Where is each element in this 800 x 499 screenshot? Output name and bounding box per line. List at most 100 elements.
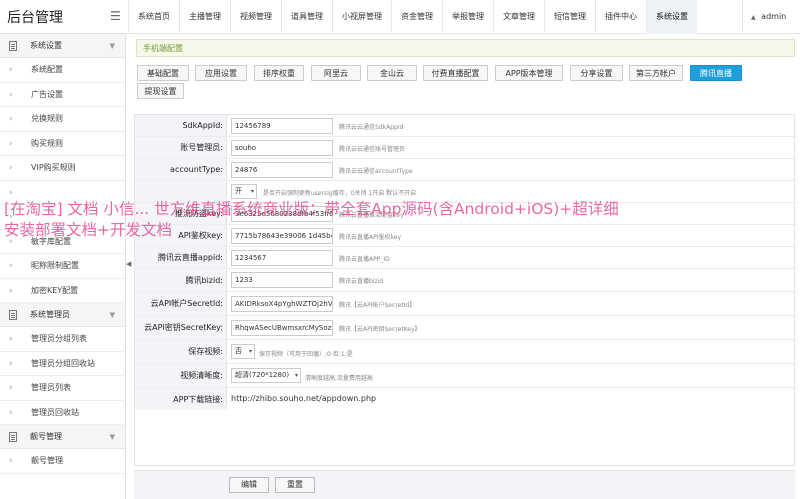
save-video-select[interactable]: 否 ▾ xyxy=(231,344,255,359)
sidebar-group-system-settings[interactable]: 系统设置 ▼ xyxy=(0,34,125,58)
tab-kingsoft[interactable]: 金山云 xyxy=(367,65,417,81)
sidebar-item-purchase-rules[interactable]: › 购买规则 xyxy=(0,132,125,156)
chevron-right-icon: › xyxy=(9,114,13,124)
row-bizid: 腾讯bizid: 1233 腾讯云直播bizid xyxy=(135,269,796,292)
tab-app-version[interactable]: APP版本管理 xyxy=(495,65,563,81)
push-key-input[interactable]: 3e6325e5680238dfb4f53ff62c xyxy=(231,206,333,222)
chevron-right-icon: › xyxy=(9,456,13,466)
row-push-key: 推流防盗key: 3e6325e5680238dfb4f53ff62c 腾讯云直… xyxy=(135,203,796,225)
chevron-down-icon: ▾ xyxy=(248,348,252,355)
sidebar-item-sensitive-words[interactable]: › 敏字库配置 xyxy=(0,230,125,254)
usersig-cache-select[interactable]: 开 ▾ xyxy=(231,184,257,199)
field-hint: 腾讯【云API帐户SecretId】 xyxy=(339,302,416,309)
chevron-right-icon: › xyxy=(9,407,13,418)
row-api-key: API鉴权key: 7715b78643e39006 1d45b4d8 腾讯云直… xyxy=(135,225,796,247)
sidebar-item-system-config[interactable]: › 系统配置 xyxy=(0,58,125,83)
account-type-input[interactable]: 24876 xyxy=(231,162,333,178)
chevron-right-icon: › xyxy=(9,212,13,222)
nav-item-settings[interactable]: 系统设置 xyxy=(646,0,697,34)
api-key-input[interactable]: 7715b78643e39006 1d45b4d8 xyxy=(231,228,333,244)
chevron-right-icon: › xyxy=(9,358,13,369)
reset-button[interactable]: 重置 xyxy=(275,477,315,493)
field-label xyxy=(135,181,227,202)
chevron-right-icon: › xyxy=(9,163,13,173)
tab-third-party[interactable]: 第三方帐户 xyxy=(629,65,683,81)
field-hint: 保存视频（可用于回播）;0:否;1:是 xyxy=(259,351,353,358)
sidebar-item-exchange-rules[interactable]: › 兑换规则 xyxy=(0,107,125,132)
chevron-right-icon: › xyxy=(9,334,13,344)
sidebar-item-obscured-2[interactable]: › xyxy=(0,205,125,230)
sidebar-group-pretty-numbers[interactable]: 靓号管理 ▼ xyxy=(0,425,125,449)
row-live-appid: 腾讯云直播appid: 1234567 腾讯云直播APP_ID xyxy=(135,247,796,269)
menu-toggle-icon[interactable]: ☰ xyxy=(110,9,121,23)
chevron-right-icon: › xyxy=(9,236,13,247)
sidebar-item-admin-group-recycle[interactable]: › 管理员分组回收站 xyxy=(0,352,125,376)
sidebar-item-vip-rules[interactable]: › VIP购买规则 xyxy=(0,156,125,181)
document-icon xyxy=(9,432,17,442)
bizid-input[interactable]: 1233 xyxy=(231,272,333,288)
nav-item-report[interactable]: 举报管理 xyxy=(442,0,493,34)
sidebar-item-pretty-number-manage[interactable]: › 靓号管理 xyxy=(0,449,125,474)
document-icon xyxy=(9,41,17,51)
sidebar-item-encrypt-key[interactable]: › 加密KEY配置 xyxy=(0,279,125,303)
sidebar: 系统设置 ▼ › 系统配置 › 广告设置 › 兑换规则 › 购买规则 › VIP购买规则 … xyxy=(0,34,126,499)
clarity-select[interactable]: 超清(720*1280) ▾ xyxy=(231,368,301,383)
nav-item-video[interactable]: 视频管理 xyxy=(230,0,281,34)
nav-item-short-video[interactable]: 小视屏管理 xyxy=(332,0,391,34)
nav-item-article[interactable]: 文章管理 xyxy=(493,0,544,34)
form-actions: 编辑 重置 xyxy=(134,470,795,499)
chevron-down-icon: ▼ xyxy=(109,311,115,319)
nav-item-plugins[interactable]: 插件中心 xyxy=(595,0,646,34)
app-title: 后台管理 xyxy=(7,10,63,26)
field-hint: 清晰度越高,流量费用越高 xyxy=(305,375,373,382)
sidebar-item-admin-recycle[interactable]: › 管理员回收站 xyxy=(0,401,125,425)
sidebar-group-admins[interactable]: 系统管理员 ▼ xyxy=(0,303,125,327)
user-menu[interactable]: ▲ admin xyxy=(742,0,800,34)
field-label: APP下载链接: xyxy=(135,388,227,410)
field-hint: 腾讯云云通信账号管理员 xyxy=(339,146,406,153)
field-label: 账号管理员: xyxy=(135,137,227,158)
tab-tencent-live[interactable]: 腾讯直播 xyxy=(690,65,742,81)
field-label: accountType: xyxy=(135,159,227,180)
tab-app-settings[interactable]: 应用设置 xyxy=(195,65,247,81)
sdkappid-input[interactable]: 12456789 xyxy=(231,118,333,134)
app-download-link[interactable]: http://zhibo.souho.net/appdown.php xyxy=(231,394,376,403)
sidebar-item-ad-settings[interactable]: › 广告设置 xyxy=(0,83,125,107)
nav-item-home[interactable]: 系统首页 xyxy=(128,0,179,34)
secret-key-input[interactable]: RhqwASecUBwmsxrcMySozi xyxy=(231,320,333,336)
edit-button[interactable]: 编辑 xyxy=(229,477,269,493)
field-hint: 腾讯云云通信accountType xyxy=(339,168,413,175)
sidebar-item-obscured-1[interactable]: › xyxy=(0,181,125,205)
row-clarity: 视频清晰度: 超清(720*1280) ▾ 清晰度越高,流量费用越高 xyxy=(135,364,796,388)
tab-sort-weight[interactable]: 排序权重 xyxy=(254,65,304,81)
admin-input[interactable]: souho xyxy=(231,140,333,156)
sidebar-item-admin-groups[interactable]: › 管理员分组列表 xyxy=(0,327,125,352)
tab-aliyun[interactable]: 阿里云 xyxy=(311,65,361,81)
nav-item-props[interactable]: 道具管理 xyxy=(281,0,332,34)
field-hint: 腾讯云直播推流防盗key xyxy=(339,212,404,219)
row-save-video: 保存视频: 否 ▾ 保存视频（可用于回播）;0:否;1:是 xyxy=(135,340,796,364)
nav-item-funds[interactable]: 资金管理 xyxy=(391,0,442,34)
secret-id-input[interactable]: AKIDRksoX4pYghWZTOj2hVI xyxy=(231,296,333,312)
chevron-right-icon: › xyxy=(9,261,13,271)
sidebar-group-label: 系统管理员 xyxy=(30,310,70,319)
row-sdkappid: SdkAppId: 12456789 腾讯云云通信SdkAppId xyxy=(135,115,796,137)
row-app-link: APP下载链接: http://zhibo.souho.net/appdown.… xyxy=(135,388,796,410)
chevron-right-icon: › xyxy=(9,65,13,75)
row-account-type: accountType: 24876 腾讯云云通信accountType xyxy=(135,159,796,181)
nav-item-anchor[interactable]: 主播管理 xyxy=(179,0,230,34)
tab-withdraw[interactable]: 提现设置 xyxy=(137,83,184,99)
nav-item-sms[interactable]: 短信管理 xyxy=(544,0,595,34)
chevron-down-icon: ▾ xyxy=(294,372,298,379)
tab-paid-live[interactable]: 付费直播配置 xyxy=(423,65,488,81)
tab-share[interactable]: 分享设置 xyxy=(570,65,623,81)
caret-up-icon: ▲ xyxy=(751,14,756,21)
tab-basic[interactable]: 基础配置 xyxy=(137,65,189,81)
row-secret-id: 云API帐户SecretId: AKIDRksoX4pYghWZTOj2hVI … xyxy=(135,292,796,316)
field-label: 云API密钥SecretKey: xyxy=(135,316,227,339)
sidebar-group-label: 系统设置 xyxy=(30,41,62,50)
live-appid-input[interactable]: 1234567 xyxy=(231,250,333,266)
sidebar-item-nickname-limit[interactable]: › 昵称限制配置 xyxy=(0,254,125,279)
sidebar-item-admin-list[interactable]: › 管理员列表 xyxy=(0,376,125,401)
field-label: API鉴权key: xyxy=(135,225,227,246)
